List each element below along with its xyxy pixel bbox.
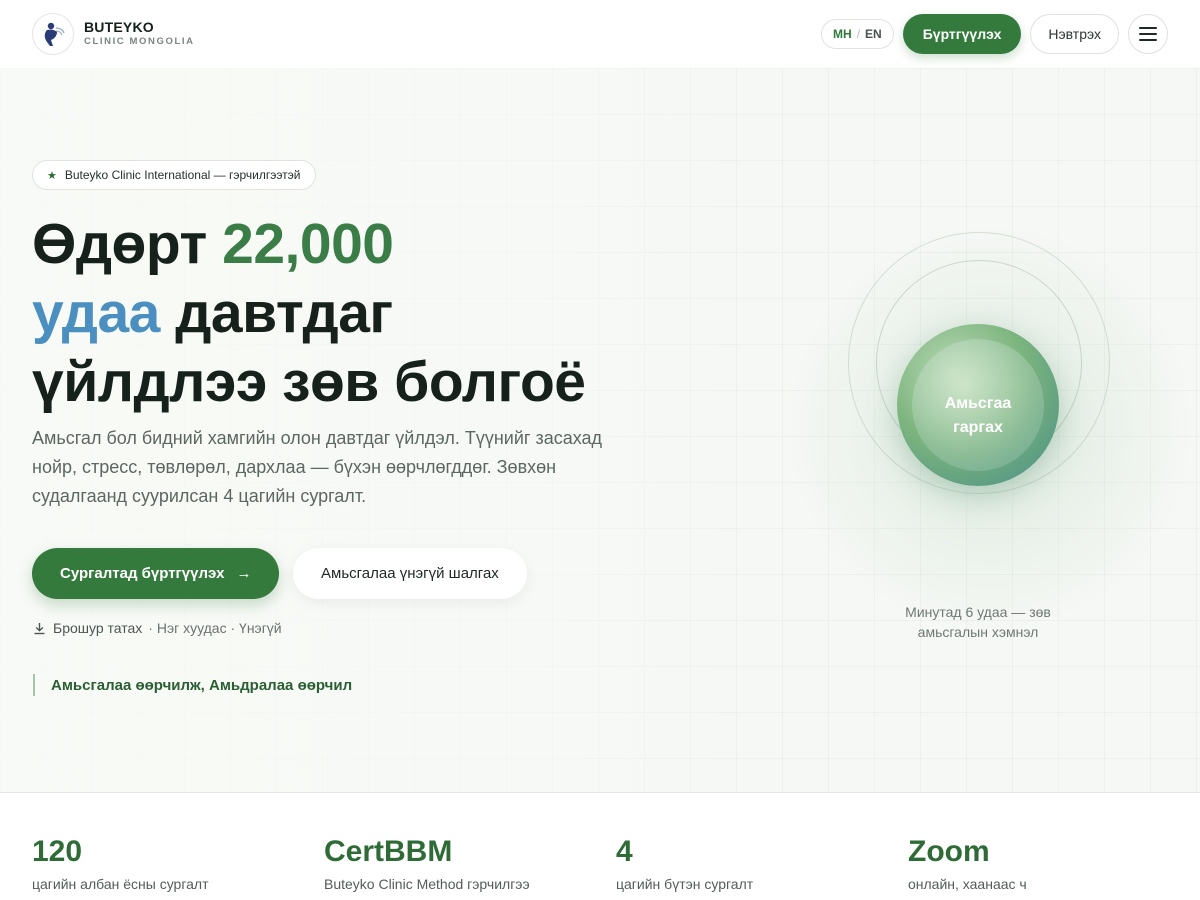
- brand-subtitle: CLINIC MONGOLIA: [84, 36, 195, 48]
- stat-item: 4 цагийн бүтэн сургалт: [616, 835, 753, 892]
- headline-highlight-number: 22,000: [222, 212, 394, 276]
- brand[interactable]: BUTEYKO CLINIC MONGOLIA: [32, 13, 195, 55]
- header-nav: МН / EN Бүртгүүлэх Нэвтрэх: [821, 14, 1168, 54]
- person-breathing-logo-icon: [32, 13, 74, 55]
- breath-phase-line2: гаргах: [953, 419, 1003, 436]
- headline-highlight-word: удаа: [32, 281, 160, 345]
- headline-part1: Өдөрт: [32, 212, 223, 276]
- certification-badge: ★ Buteyko Clinic International — гэрчилг…: [32, 160, 316, 190]
- language-switcher[interactable]: МН / EN: [821, 19, 894, 49]
- headline-part2: давтдаг: [159, 281, 393, 345]
- star-icon: ★: [47, 169, 57, 182]
- download-brochure-link[interactable]: Брошур татах: [33, 620, 142, 636]
- site-header: BUTEYKO CLINIC MONGOLIA МН / EN Бүртгүүл…: [0, 0, 1200, 68]
- stat-item: 120 цагийн албан ёсны сургалт: [32, 835, 209, 892]
- hamburger-menu-icon[interactable]: [1128, 14, 1168, 54]
- hero-lead: Амьсгал бол бидний хамгийн олон давтдаг …: [32, 428, 603, 506]
- stat-item: Zoom онлайн, хаанаас ч: [908, 835, 1027, 892]
- download-brochure-label: Брошур татах: [53, 620, 143, 636]
- hero-headline: Өдөрт 22,000 удаа давтдаг үйлдлээ зөв бо…: [32, 210, 672, 417]
- stat-value: 4: [616, 835, 633, 868]
- hero-slogan: Амьсгалаа өөрчилж, Амьдралаа өөрчил: [33, 674, 352, 696]
- stat-label: цагийн бүтэн сургалт: [616, 876, 754, 892]
- free-breath-test-button[interactable]: Амьсгалаа үнэгүй шалгах: [293, 548, 527, 599]
- brand-text: BUTEYKO CLINIC MONGOLIA: [84, 19, 195, 48]
- stats-bar: 120 цагийн албан ёсны сургалт CertBBM Bu…: [0, 792, 1200, 900]
- breath-phase-label: Амьсгаа гаргах: [912, 392, 1044, 440]
- login-button[interactable]: Нэвтрэх: [1030, 14, 1119, 54]
- brochure-meta: · Нэг хуудас · Үнэгүй: [148, 620, 282, 636]
- register-course-button[interactable]: Сургалтад бүртгүүлэх →: [32, 548, 280, 599]
- register-course-label: Сургалтад бүртгүүлэх: [60, 565, 225, 582]
- arrow-right-icon: →: [236, 565, 252, 582]
- breath-rhythm-text: Минутад 6 удаа — зөв амьсгалын хэмнэл: [905, 604, 1051, 640]
- stat-value: CertBBM: [324, 835, 453, 868]
- lang-mn[interactable]: МН: [833, 27, 852, 41]
- lang-separator: /: [856, 27, 861, 41]
- headline-part3: үйлдлээ зөв болгоё: [32, 350, 586, 414]
- lang-en[interactable]: EN: [865, 27, 882, 41]
- brand-name: BUTEYKO: [84, 19, 154, 36]
- stat-label: Buteyko Clinic Method гэрчилгээ: [324, 876, 530, 892]
- breath-phase-line1: Амьсгаа: [944, 395, 1012, 412]
- download-icon: [34, 622, 45, 634]
- badge-text: Buteyko Clinic International — гэрчилгээ…: [64, 168, 301, 182]
- register-button[interactable]: Бүртгүүлэх: [902, 14, 1022, 54]
- stat-item: CertBBM Buteyko Clinic Method гэрчилгээ: [324, 835, 530, 892]
- stat-value: 120: [32, 835, 83, 868]
- stat-label: онлайн, хаанаас ч: [908, 876, 1027, 892]
- brochure-links: Брошур татах · Нэг хуудас · Үнэгүй: [33, 620, 282, 636]
- stat-value: Zoom: [908, 835, 990, 868]
- stat-label: цагийн албан ёсны сургалт: [32, 876, 209, 892]
